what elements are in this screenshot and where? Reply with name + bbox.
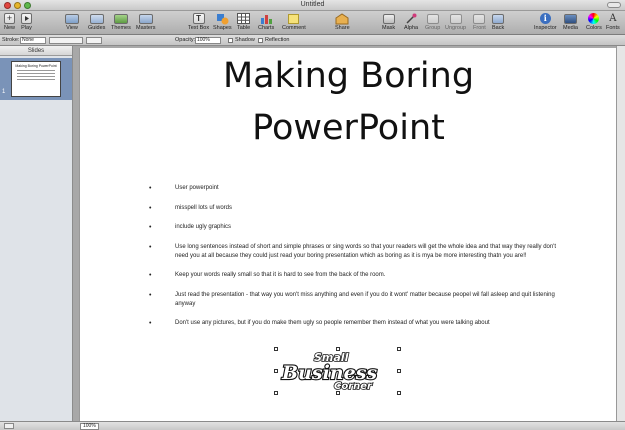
selection-handle-right[interactable] — [397, 369, 401, 373]
shapes-icon — [216, 12, 229, 25]
slide-navigator: Slides 1 Making Boring PowerPoint — [0, 46, 73, 421]
vertical-scrollbar[interactable] — [616, 46, 625, 421]
bring-to-front-button[interactable]: Front — [473, 12, 486, 32]
bullet-list[interactable]: User powerpoint misspell lots uf words i… — [149, 184, 569, 339]
fonts-icon: A — [609, 13, 617, 24]
ungroup-button[interactable]: Ungroup — [445, 12, 466, 32]
opacity-field[interactable]: 100% — [195, 37, 221, 44]
reflection-label: Reflection — [265, 37, 290, 43]
shadow-checkbox[interactable] — [228, 38, 233, 43]
reflection-checkbox[interactable] — [258, 38, 263, 43]
play-button[interactable]: Play — [21, 12, 32, 32]
slide-thumbnail[interactable]: Making Boring PowerPoint — [11, 61, 61, 97]
front-icon — [473, 12, 486, 25]
alpha-wand-icon — [405, 12, 418, 25]
selection-handle-bottom-right[interactable] — [397, 391, 401, 395]
toolbar: + New Play View Guides Themes Masters T … — [0, 11, 625, 35]
alpha-button[interactable]: Alpha — [404, 12, 418, 32]
bullet-item[interactable]: Keep your words really small so that it … — [149, 271, 569, 280]
stroke-style-select[interactable]: None — [20, 37, 46, 44]
share-button[interactable]: Share — [335, 12, 350, 32]
colors-button[interactable]: Colors — [586, 12, 602, 32]
thumbnail-text-line — [17, 79, 55, 80]
bullet-item[interactable]: include ugly graphics — [149, 223, 569, 232]
group-button[interactable]: Group — [425, 12, 440, 32]
guides-button[interactable]: Guides — [88, 12, 105, 32]
send-to-back-button[interactable]: Back — [492, 12, 504, 32]
zoom-select[interactable]: 100% — [80, 423, 99, 430]
slide-title[interactable]: Making Boring PowerPoint — [80, 50, 617, 154]
slide-number: 1 — [2, 89, 6, 95]
mask-button[interactable]: Mask — [382, 12, 395, 32]
selection-handle-top[interactable] — [336, 347, 340, 351]
slide[interactable]: Making Boring PowerPoint User powerpoint… — [79, 48, 616, 421]
thumbnail-text-line — [17, 76, 55, 77]
format-bar: Stroke: None Opacity: 100% Shadow Reflec… — [0, 35, 625, 46]
selection-handle-top-right[interactable] — [397, 347, 401, 351]
media-button[interactable]: Media — [563, 12, 578, 32]
chart-icon — [260, 12, 273, 25]
add-slide-small-button[interactable] — [4, 423, 14, 429]
title-bar: Untitled — [0, 0, 625, 11]
thumbnail-text-line — [17, 73, 55, 74]
plus-icon: + — [4, 12, 15, 25]
play-icon — [21, 12, 32, 25]
media-icon — [563, 12, 577, 25]
stroke-width-select[interactable] — [49, 37, 83, 44]
bullet-item[interactable]: Don't use any pictures, but if you do ma… — [149, 319, 569, 328]
stroke-label: Stroke: — [2, 37, 20, 43]
slides-header: Slides — [0, 46, 72, 56]
thumbnail-text-line — [17, 70, 55, 71]
selection-handle-left[interactable] — [274, 369, 278, 373]
opacity-label: Opacity: — [175, 37, 196, 43]
slide-title-line-1: Making Boring — [222, 56, 475, 96]
bullet-item[interactable]: Use long sentences instead of short and … — [149, 243, 569, 261]
inspector-button[interactable]: i Inspector — [534, 12, 557, 32]
stroke-color-well[interactable] — [86, 37, 102, 44]
table-button[interactable]: Table — [237, 12, 250, 32]
selection-handle-bottom-left[interactable] — [274, 391, 278, 395]
share-icon — [335, 12, 349, 25]
shadow-label: Shadow — [235, 37, 255, 43]
shapes-button[interactable]: Shapes — [213, 12, 232, 32]
themes-icon — [113, 12, 128, 25]
comment-icon — [288, 12, 300, 25]
text-box-button[interactable]: T Text Box — [188, 12, 209, 32]
ungroup-icon — [449, 12, 462, 25]
slide-thumbnail-row[interactable]: 1 Making Boring PowerPoint — [0, 58, 72, 100]
text-box-icon: T — [192, 12, 205, 25]
mask-icon — [382, 12, 395, 25]
group-icon — [426, 12, 439, 25]
comment-button[interactable]: Comment — [282, 12, 306, 32]
themes-button[interactable]: Themes — [111, 12, 131, 32]
selection-handle-top-left[interactable] — [274, 347, 278, 351]
window-title: Untitled — [300, 1, 325, 8]
view-icon — [65, 12, 79, 25]
color-wheel-icon — [588, 12, 600, 25]
masters-icon — [138, 12, 153, 25]
bullet-item[interactable]: misspell lots uf words — [149, 204, 569, 213]
new-slide-button[interactable]: + New — [4, 12, 15, 32]
table-icon — [237, 12, 251, 25]
slide-title-line-2: PowerPoint — [252, 108, 445, 148]
view-button[interactable]: View — [65, 12, 79, 32]
back-icon — [492, 12, 505, 25]
selection-handle-bottom[interactable] — [336, 391, 340, 395]
small-business-corner-logo[interactable]: Small Business Corner — [276, 349, 400, 393]
slide-thumbnail-title: Making Boring PowerPoint — [15, 64, 57, 68]
slide-canvas[interactable]: Making Boring PowerPoint User powerpoint… — [74, 46, 625, 421]
charts-button[interactable]: Charts — [258, 12, 274, 32]
bullet-item[interactable]: User powerpoint — [149, 184, 569, 193]
guides-icon — [89, 12, 104, 25]
status-bar: 100% — [0, 421, 625, 430]
toolbar-toggle-button[interactable] — [607, 2, 621, 8]
fonts-button[interactable]: A Fonts — [606, 12, 620, 32]
masters-button[interactable]: Masters — [136, 12, 156, 32]
bullet-item[interactable]: Just read the presentation - that way yo… — [149, 291, 569, 309]
info-icon: i — [539, 12, 551, 25]
